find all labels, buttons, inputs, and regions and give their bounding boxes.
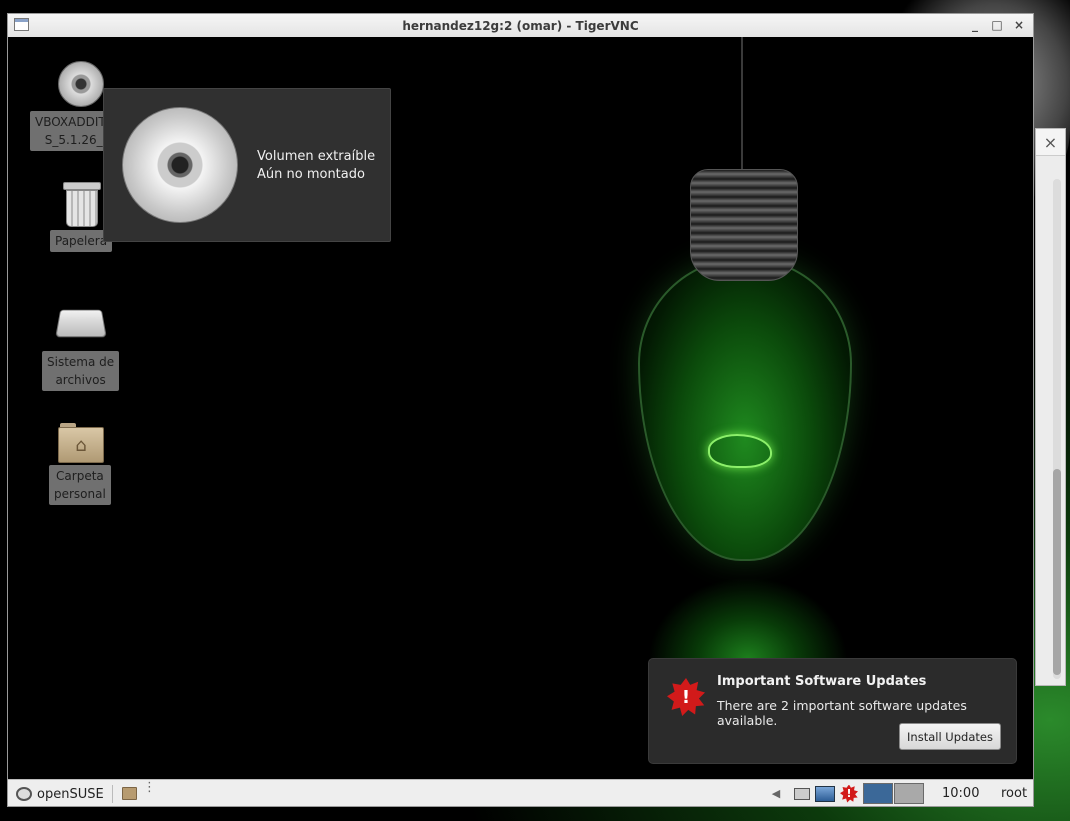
wallpaper-wire — [741, 37, 743, 177]
volume-icon[interactable]: ◀ — [768, 783, 784, 804]
window-title: hernandez12g:2 (omar) - TigerVNC — [402, 18, 639, 33]
taskbar: openSUSE ⋮ ◀ ! 10:00 root — [8, 779, 1033, 806]
clock[interactable]: 10:00 — [942, 786, 979, 801]
current-user[interactable]: root — [1001, 786, 1027, 801]
minimize-button[interactable]: _ — [967, 16, 983, 34]
file-manager-launcher-icon[interactable] — [122, 787, 137, 800]
maximize-button[interactable]: □ — [989, 16, 1005, 34]
home-folder-icon: ⌂ — [57, 423, 104, 463]
volume-type: Volumen extraíble — [257, 149, 376, 164]
updates-alert-icon[interactable]: ! — [838, 783, 860, 804]
wallpaper-bulb-glass — [638, 257, 852, 561]
close-button[interactable]: × — [1011, 16, 1027, 34]
wallpaper-bulb-socket — [690, 169, 798, 281]
opensuse-icon — [16, 787, 32, 801]
network-icon[interactable] — [793, 783, 811, 804]
taskbar-separator — [112, 785, 113, 803]
workspace-2[interactable] — [894, 783, 924, 804]
start-menu-label: openSUSE — [37, 786, 104, 802]
host-scrollbar[interactable] — [1053, 179, 1061, 679]
desktop-icon-label: Carpeta personal — [49, 465, 111, 505]
update-notification[interactable]: ! Important Software Updates There are 2… — [648, 658, 1017, 764]
cd-icon — [58, 61, 105, 107]
display-icon[interactable] — [814, 783, 836, 804]
volume-tooltip: Volumen extraíble Aún no montado — [103, 88, 391, 242]
host-side-panel: × — [1035, 128, 1066, 686]
opensuse-gecko-logo — [708, 434, 772, 468]
install-updates-button[interactable]: Install Updates — [899, 723, 1001, 750]
hard-drive-icon — [54, 309, 107, 338]
alert-icon: ! — [667, 678, 705, 716]
desktop-icon-label: Sistema de archivos — [42, 351, 120, 391]
host-panel-close-icon[interactable]: × — [1036, 129, 1065, 156]
window-titlebar[interactable]: hernandez12g:2 (omar) - TigerVNC _ □ × — [8, 14, 1033, 38]
window-controls: _ □ × — [967, 16, 1027, 34]
vnc-window: hernandez12g:2 (omar) - TigerVNC _ □ × V… — [7, 13, 1034, 807]
volume-status: Aún no montado — [257, 167, 365, 182]
panel-handle-icon[interactable]: ⋮ — [143, 781, 156, 794]
workspace-1[interactable] — [863, 783, 893, 804]
desktop-icon-home[interactable]: ⌂ Carpeta personal — [49, 423, 111, 505]
start-menu-button[interactable]: openSUSE — [16, 784, 104, 804]
cd-icon — [122, 107, 238, 223]
host-scrollbar-thumb[interactable] — [1053, 469, 1061, 675]
volume-tooltip-text: Volumen extraíble Aún no montado — [257, 148, 375, 184]
remote-desktop[interactable]: VBOXADDITION S_5.1.26_11 Papelera Sistem… — [8, 37, 1033, 779]
window-menu-icon[interactable] — [14, 18, 29, 31]
notification-title: Important Software Updates — [717, 674, 927, 689]
desktop-icon-filesystem[interactable]: Sistema de archivos — [42, 307, 120, 391]
trash-icon — [63, 182, 102, 227]
